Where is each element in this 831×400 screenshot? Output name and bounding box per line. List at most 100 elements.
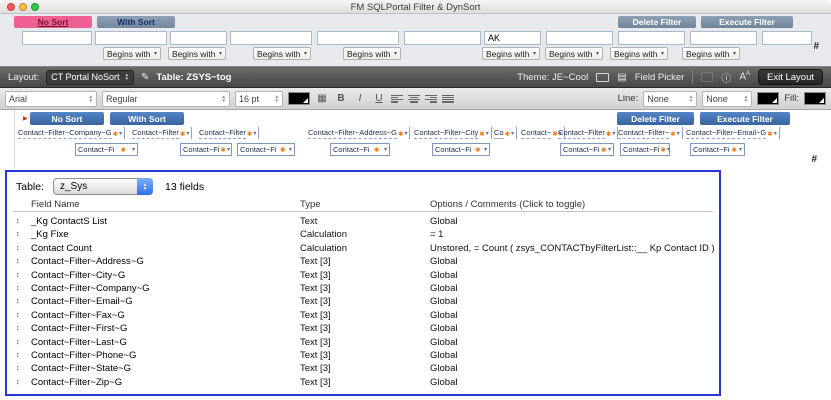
field-options[interactable]: Global <box>430 283 457 294</box>
execute-filter-button-layout[interactable]: Execute Filter <box>700 112 790 125</box>
filter-operator-select[interactable]: Begins with▾ <box>103 47 161 60</box>
filter-operator-select[interactable]: Begins with▾ <box>545 47 603 60</box>
line-weight-select[interactable]: None ▲▼ <box>702 91 752 107</box>
exit-layout-button[interactable]: Exit Layout <box>758 69 823 85</box>
text-formatting-icon[interactable]: AA <box>739 71 750 82</box>
font-size-select[interactable]: 16 pt ▲▼ <box>235 91 283 107</box>
field-row[interactable]: ↕Contact~Filter~Company~GText [3]Global <box>7 282 719 295</box>
field-row[interactable]: ↕Contact~Filter~Phone~GText [3]Global <box>7 349 719 362</box>
field-row[interactable]: ↕Contact~Filter~Address~GText [3]Global <box>7 255 719 268</box>
field-options[interactable]: Global <box>430 270 457 281</box>
merge-field[interactable]: Contact~Filter~City✱▾ <box>414 127 492 139</box>
filter-input[interactable] <box>690 31 757 45</box>
filter-input[interactable] <box>546 31 613 45</box>
align-right-button[interactable] <box>425 94 437 104</box>
filter-operator-select[interactable]: Begins with▾ <box>343 47 401 60</box>
field-row[interactable]: ↕Contact~Filter~State~GText [3]Global <box>7 362 719 375</box>
filter-input[interactable] <box>762 31 812 45</box>
column-header-type[interactable]: Type <box>300 199 321 210</box>
filter-input[interactable] <box>317 31 399 45</box>
stepper-arrows-icon: ▲▼ <box>275 95 279 103</box>
underline-button[interactable]: U <box>372 92 386 106</box>
filter-input[interactable] <box>404 31 481 45</box>
layout-selector[interactable]: CT Portal NoSort ▲▼ <box>46 70 134 85</box>
field-row[interactable]: ↕Contact~Filter~Zip~GText [3]Global <box>7 376 719 389</box>
filter-operator-select[interactable]: Begins with▾ <box>482 47 540 60</box>
filter-input[interactable] <box>22 31 92 45</box>
field-row[interactable]: ↕Contact~Filter~City~GText [3]Global <box>7 269 719 282</box>
field-options[interactable]: Global <box>430 377 457 388</box>
field-row[interactable]: ↕_Kg FixeCalculation= 1 <box>7 228 719 241</box>
field-options[interactable]: Global <box>430 216 457 227</box>
field-row[interactable]: ↕Contact~Filter~Email~GText [3]Global <box>7 295 719 308</box>
field-row[interactable]: ↕Contact~Filter~Fax~GText [3]Global <box>7 309 719 322</box>
edit-layout-icon[interactable]: ✎ <box>141 72 149 83</box>
merge-field[interactable]: Contact~Filter~Company~G✱▾ <box>18 127 125 139</box>
field-options[interactable]: Global <box>430 350 457 361</box>
field-box[interactable]: Contact~Fi✱▾ <box>75 143 138 156</box>
merge-field-label: Contact~Filter <box>132 128 179 139</box>
merge-field[interactable]: Contact~Filter~Email~G✱▾ <box>686 127 780 139</box>
filter-input[interactable] <box>95 31 167 45</box>
filter-operator-select[interactable]: Begins with▾ <box>610 47 668 60</box>
field-row[interactable]: ↕_Kg ContactS ListTextGlobal <box>7 215 719 228</box>
delete-filter-button[interactable]: Delete Filter <box>618 16 696 28</box>
field-options[interactable]: Unstored, = Count ( zsys_CONTACTbyFilter… <box>430 243 715 254</box>
merge-field[interactable]: Contact~Filter✱▾ <box>558 127 618 139</box>
filter-operator-select[interactable]: Begins with▾ <box>682 47 740 60</box>
field-options[interactable]: Global <box>430 296 457 307</box>
bold-button[interactable]: B <box>334 92 348 106</box>
field-box[interactable]: Contact~Fi✱▾ <box>620 143 670 156</box>
filter-input[interactable] <box>170 31 227 45</box>
with-sort-tab[interactable]: With Sort <box>97 16 175 28</box>
filter-input[interactable] <box>230 31 312 45</box>
field-box[interactable]: Contact~Fi✱▾ <box>432 143 490 156</box>
column-header-field-name[interactable]: Field Name <box>31 199 80 210</box>
font-family-select[interactable]: Arial ▲▼ <box>5 91 97 107</box>
info-icon[interactable]: ⓘ <box>721 70 731 85</box>
field-box[interactable]: Contact~Fi✱▾ <box>237 143 295 156</box>
no-sort-tab[interactable]: No Sort <box>14 16 92 28</box>
filter-input[interactable] <box>618 31 685 45</box>
field-row[interactable]: ↕Contact CountCalculationUnstored, = Cou… <box>7 242 719 255</box>
field-box[interactable]: Contact~Fi✱▾ <box>180 143 232 156</box>
font-style-select[interactable]: Regular ▲▼ <box>102 91 230 107</box>
line-style-select[interactable]: None ▲▼ <box>643 91 697 107</box>
field-row[interactable]: ↕Contact~Filter~First~GText [3]Global <box>7 322 719 335</box>
merge-field[interactable]: Contact~Filter✱▾ <box>132 127 192 139</box>
merge-field[interactable]: Contact~Filter~Address~G✱▾ <box>308 127 410 139</box>
align-center-button[interactable] <box>408 94 420 104</box>
with-sort-button-layout[interactable]: With Sort <box>110 112 184 125</box>
filter-operator-select[interactable]: Begins with▾ <box>253 47 311 60</box>
merge-field[interactable]: Contact~Filter~✱▾ <box>618 127 683 139</box>
fill-color-swatch[interactable] <box>804 92 826 105</box>
filter-operator-select[interactable]: Begins with▾ <box>168 47 226 60</box>
field-box[interactable]: Contact~Fi✱▾ <box>690 143 745 156</box>
execute-filter-button[interactable]: Execute Filter <box>701 16 793 28</box>
dropdown-arrow-icon: ▾ <box>774 130 777 139</box>
italic-button[interactable]: I <box>353 92 367 106</box>
field-picker-button[interactable]: Field Picker <box>635 72 685 83</box>
align-justify-button[interactable] <box>442 94 454 104</box>
table-grid-icon[interactable]: ▦ <box>315 92 329 106</box>
text-color-swatch[interactable] <box>288 92 310 105</box>
dropdown-arrow-icon: ▾ <box>289 146 292 153</box>
merge-field[interactable]: Contact~Filter✱▾ <box>199 127 259 139</box>
field-options[interactable]: Global <box>430 337 457 348</box>
field-box[interactable]: Contact~Fi✱▾ <box>330 143 390 156</box>
align-left-button[interactable] <box>391 94 403 104</box>
field-options[interactable]: Global <box>430 256 457 267</box>
field-box[interactable]: Contact~Fi✱▾ <box>560 143 614 156</box>
field-options[interactable]: Global <box>430 323 457 334</box>
line-color-swatch[interactable] <box>757 92 779 105</box>
field-row[interactable]: ↕Contact~Filter~Last~GText [3]Global <box>7 336 719 349</box>
field-options[interactable]: Global <box>430 363 457 374</box>
table-select[interactable]: z_Sys ▲▼ <box>53 178 153 195</box>
field-options[interactable]: = 1 <box>430 229 443 240</box>
delete-filter-button-layout[interactable]: Delete Filter <box>617 112 694 125</box>
column-header-options[interactable]: Options / Comments (Click to toggle) <box>430 199 585 210</box>
no-sort-button-layout[interactable]: No Sort <box>30 112 104 125</box>
filter-input[interactable]: AK <box>484 31 541 45</box>
merge-field[interactable]: Co✱▾ <box>494 127 517 139</box>
field-options[interactable]: Global <box>430 310 457 321</box>
